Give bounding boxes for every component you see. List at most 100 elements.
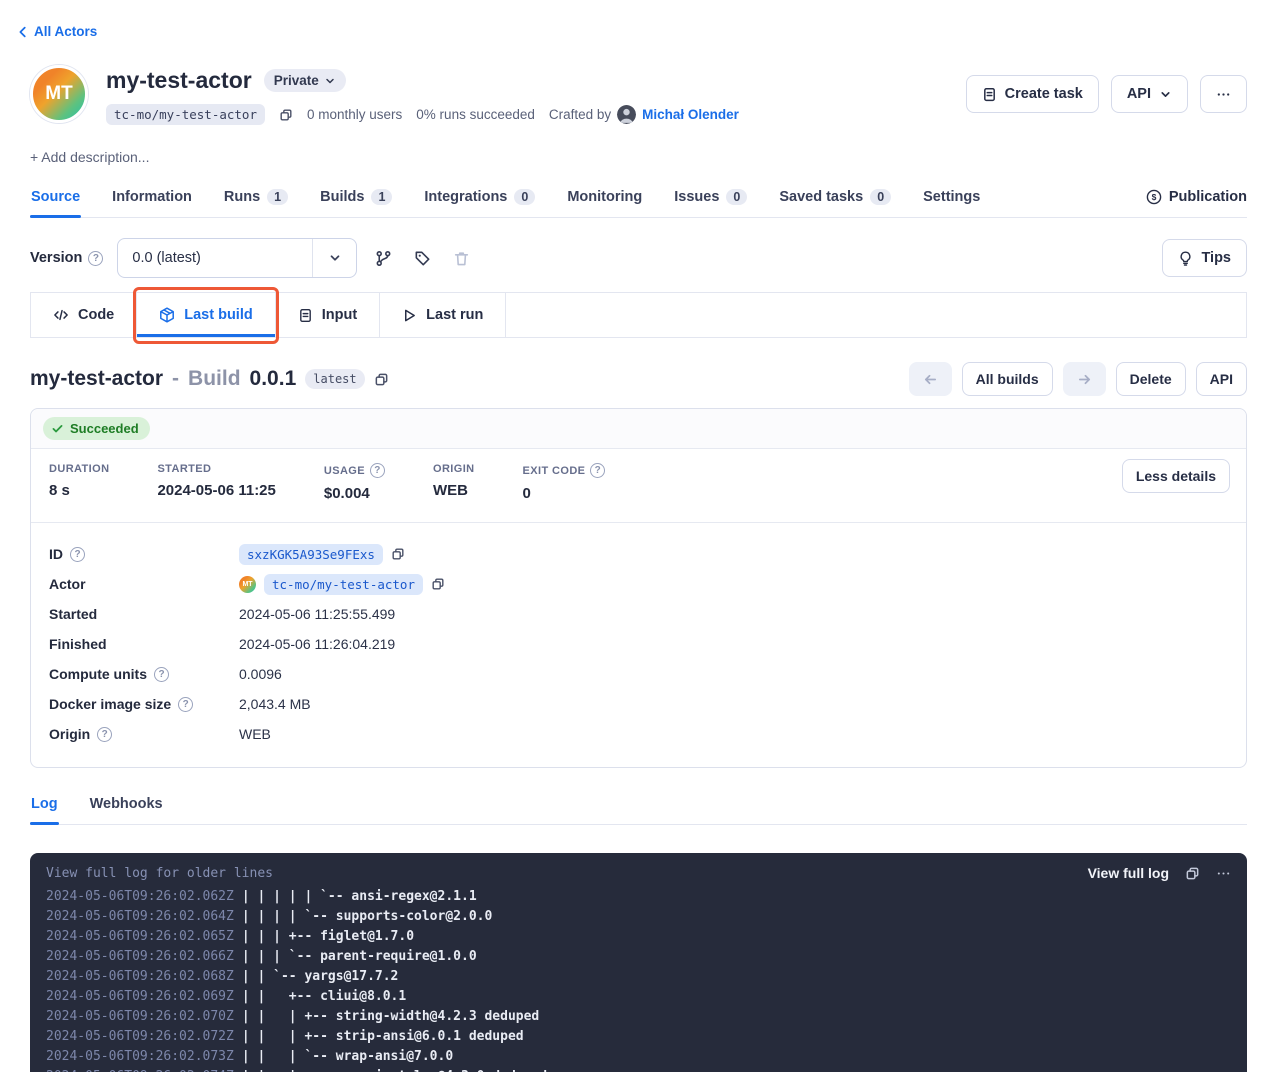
author-link[interactable]: Michał Olender <box>642 107 739 122</box>
origin-help-icon[interactable] <box>97 727 112 742</box>
copy-build-icon[interactable] <box>374 372 389 387</box>
copy-actor-icon[interactable] <box>431 577 445 591</box>
detail-row-id: ID sxzKGK5A93Se9FExs <box>49 539 1228 569</box>
builds-count-badge: 1 <box>371 189 392 205</box>
visibility-dropdown[interactable]: Private <box>264 69 346 92</box>
saved-tasks-count-badge: 0 <box>870 189 891 205</box>
stat-usage: USAGE $0.004 <box>324 463 385 502</box>
build-details: ID sxzKGK5A93Se9FExs Actor MT tc-mo/my-t… <box>31 522 1246 767</box>
breadcrumb[interactable]: All Actors <box>0 0 97 39</box>
actor-header: MT my-test-actor Private tc-mo/my-test-a… <box>30 65 1247 125</box>
api-dropdown-button[interactable]: API <box>1111 75 1188 113</box>
visibility-label: Private <box>274 73 319 88</box>
usage-help-icon[interactable] <box>370 463 385 478</box>
create-task-label: Create task <box>1005 86 1083 102</box>
actor-link-pill[interactable]: tc-mo/my-test-actor <box>264 574 423 595</box>
stat-duration: DURATION 8 s <box>49 463 109 502</box>
document-icon <box>298 308 313 323</box>
chevron-down-icon <box>1159 88 1172 101</box>
tab-issues[interactable]: Issues0 <box>673 183 748 217</box>
build-version: 0.0.1 <box>250 367 297 391</box>
chevron-down-icon <box>324 75 336 87</box>
compute-units-help-icon[interactable] <box>154 667 169 682</box>
tab-source[interactable]: Source <box>30 183 81 217</box>
tab-builds[interactable]: Builds1 <box>319 183 393 217</box>
copy-log-icon[interactable] <box>1185 866 1200 881</box>
detail-row-docker-image-size: Docker image size 2,043.4 MB <box>49 689 1228 719</box>
tips-button[interactable]: Tips <box>1162 239 1247 277</box>
branch-icon[interactable] <box>371 246 396 271</box>
tab-integrations[interactable]: Integrations0 <box>423 183 536 217</box>
stat-exit-code: EXIT CODE 0 <box>523 463 606 502</box>
version-help-icon[interactable] <box>88 251 103 266</box>
log-more-icon[interactable] <box>1216 866 1231 881</box>
runs-succeeded-stat: 0% runs succeeded <box>416 107 535 122</box>
log-line: 2024-05-06T09:26:02.069Z| | +-- cliui@8.… <box>46 987 1231 1007</box>
docker-size-help-icon[interactable] <box>178 697 193 712</box>
tab-saved-tasks[interactable]: Saved tasks0 <box>778 183 892 217</box>
tag-icon[interactable] <box>410 246 435 271</box>
build-actor-name: my-test-actor <box>30 367 163 391</box>
exit-code-help-icon[interactable] <box>590 463 605 478</box>
lightbulb-icon <box>1178 251 1193 266</box>
source-subtabs: Code Last build Input Last run <box>30 292 1247 338</box>
publication-button[interactable]: $ Publication <box>1146 189 1247 217</box>
copy-handle-icon[interactable] <box>279 108 293 122</box>
issues-count-badge: 0 <box>726 189 747 205</box>
api-label: API <box>1127 86 1151 102</box>
log-line: 2024-05-06T09:26:02.070Z| | | +-- string… <box>46 1007 1231 1027</box>
version-row: Version 0.0 (latest) <box>30 238 1247 278</box>
detail-row-origin: Origin WEB <box>49 719 1228 749</box>
less-details-button[interactable]: Less details <box>1122 459 1230 493</box>
latest-badge: latest <box>305 369 364 389</box>
build-card: Succeeded DURATION 8 s STARTED 2024-05-0… <box>30 408 1247 768</box>
tab-monitoring[interactable]: Monitoring <box>566 183 643 217</box>
log-line: 2024-05-06T09:26:02.068Z| | `-- yargs@17… <box>46 967 1231 987</box>
detail-row-finished: Finished 2024-05-06 11:26:04.219 <box>49 629 1228 659</box>
page: All Actors MT my-test-actor Private <box>0 0 1269 1072</box>
log-line: 2024-05-06T09:26:02.074Z| | | +-- ansi-s… <box>46 1067 1231 1072</box>
breadcrumb-label: All Actors <box>34 24 97 39</box>
version-label: Version <box>30 250 82 266</box>
author-avatar <box>617 105 636 124</box>
more-actions-button[interactable] <box>1200 75 1247 113</box>
log-line: 2024-05-06T09:26:02.072Z| | | +-- strip-… <box>46 1027 1231 1047</box>
all-builds-button[interactable]: All builds <box>962 362 1053 396</box>
log-line: 2024-05-06T09:26:02.066Z| | | `-- parent… <box>46 947 1231 967</box>
log-line: 2024-05-06T09:26:02.064Z| | | | `-- supp… <box>46 907 1231 927</box>
build-api-button[interactable]: API <box>1196 362 1247 396</box>
tab-webhooks[interactable]: Webhooks <box>89 790 164 824</box>
publication-label: Publication <box>1169 189 1247 205</box>
monthly-users-stat: 0 monthly users <box>307 107 402 122</box>
actor-avatar-initials: MT <box>45 83 72 105</box>
log-terminal: View full log for older lines View full … <box>30 853 1247 1072</box>
delete-build-button[interactable]: Delete <box>1116 362 1186 396</box>
add-description-button[interactable]: + Add description... <box>30 149 149 165</box>
detail-row-compute-units: Compute units 0.0096 <box>49 659 1228 689</box>
view-full-log-link[interactable]: View full log <box>1088 865 1169 881</box>
tab-information[interactable]: Information <box>111 183 193 217</box>
copy-id-icon[interactable] <box>391 547 405 561</box>
subtab-last-build[interactable]: Last build <box>137 293 275 337</box>
subtab-code[interactable]: Code <box>31 293 137 337</box>
chevron-left-icon <box>16 25 30 39</box>
actor-handle[interactable]: tc-mo/my-test-actor <box>106 104 265 125</box>
prev-build-button <box>909 362 952 396</box>
tab-log[interactable]: Log <box>30 790 59 824</box>
tab-settings[interactable]: Settings <box>922 183 981 217</box>
id-help-icon[interactable] <box>70 547 85 562</box>
actor-mini-avatar: MT <box>239 576 256 593</box>
subtab-last-run[interactable]: Last run <box>380 293 506 337</box>
subtab-input[interactable]: Input <box>276 293 380 337</box>
chevron-down-icon <box>312 239 356 277</box>
view-older-lines-link[interactable]: View full log for older lines <box>46 866 273 881</box>
tab-runs[interactable]: Runs1 <box>223 183 289 217</box>
log-line: 2024-05-06T09:26:02.065Z| | | +-- figlet… <box>46 927 1231 947</box>
create-task-button[interactable]: Create task <box>966 75 1099 113</box>
ellipsis-icon <box>1216 87 1231 102</box>
svg-text:$: $ <box>1151 192 1156 202</box>
build-stats: DURATION 8 s STARTED 2024-05-06 11:25 US… <box>31 449 1246 522</box>
build-id-value[interactable]: sxzKGK5A93Se9FExs <box>239 544 383 565</box>
log-tabbar: Log Webhooks <box>30 790 1247 825</box>
version-select[interactable]: 0.0 (latest) <box>117 238 357 278</box>
